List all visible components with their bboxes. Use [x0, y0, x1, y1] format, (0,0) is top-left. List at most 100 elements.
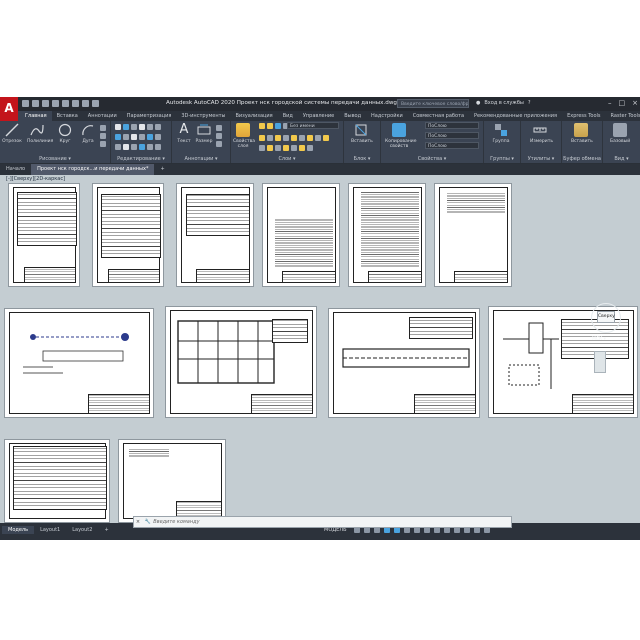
navigation-bar[interactable]	[594, 351, 606, 373]
user-icon[interactable]: ●	[476, 100, 480, 106]
panel-block-label[interactable]: Блок ▾	[344, 156, 380, 162]
quick-access-toolbar	[22, 100, 99, 109]
panel-annotation-label[interactable]: Аннотации ▾	[172, 156, 230, 162]
redo-icon[interactable]	[82, 100, 89, 107]
group-icon	[494, 123, 508, 137]
window-controls: – □ ×	[608, 99, 638, 107]
layer-combo[interactable]: Без имени	[287, 122, 339, 129]
panel-draw-label[interactable]: Рисование ▾	[0, 156, 110, 162]
ribbon-tab[interactable]: Визуализация	[230, 111, 277, 121]
panel-modify-label[interactable]: Редактирование ▾	[111, 156, 171, 162]
match-properties-icon	[392, 123, 406, 137]
ribbon-tabs: Главная Вставка Аннотации Параметризация 3D-…	[20, 111, 640, 121]
base-view-button[interactable]: Базовый	[610, 123, 630, 144]
panel-view-label[interactable]: Вид ▾	[603, 156, 640, 162]
new-icon[interactable]	[22, 100, 29, 107]
circle-button[interactable]: Круг	[55, 123, 75, 144]
drawing-sheet	[262, 183, 340, 287]
linetype-combo[interactable]: ПоСлою	[425, 132, 479, 139]
paste-button[interactable]: Вставить	[571, 123, 593, 144]
share-icon[interactable]	[92, 100, 99, 107]
layout-tab[interactable]: +	[98, 526, 114, 534]
drawing-canvas[interactable]: [-][Сверху][2D-каркас] Сверху МСК ▾	[0, 175, 640, 523]
title-bar: Autodesk AutoCAD 2020 Проект нск городск…	[0, 97, 640, 111]
dimension-icon	[197, 123, 211, 137]
ribbon-tab[interactable]: Вывод	[339, 111, 366, 121]
viewcube[interactable]: Сверху МСК ▾	[588, 297, 624, 347]
group-button[interactable]: Группа	[491, 123, 511, 144]
ribbon-tab[interactable]: Вставка	[52, 111, 83, 121]
signin-button[interactable]: Вход в службы	[484, 100, 523, 106]
panel-utilities-label[interactable]: Утилиты ▾	[521, 156, 561, 162]
layout-tab[interactable]: Модель	[2, 526, 35, 534]
ribbon-tab[interactable]: Управление	[298, 111, 339, 121]
layout-tab[interactable]: Layout2	[66, 526, 98, 534]
line-button[interactable]: Отрезок	[2, 123, 22, 144]
measure-button[interactable]: Измерить	[530, 123, 553, 144]
tab-active-drawing[interactable]: Проект нск городск...и передачи данных*	[31, 164, 155, 175]
ribbon-tab[interactable]: Параметризация	[122, 111, 177, 121]
ribbon-tab[interactable]: Raster Tools	[606, 111, 640, 121]
lineweight-combo[interactable]: ПоСлою	[425, 142, 479, 149]
measure-icon	[533, 123, 547, 137]
polyline-button[interactable]: Полилиния	[27, 123, 53, 144]
close-icon[interactable]: ×	[632, 99, 638, 107]
ribbon-tab[interactable]: Вид	[278, 111, 298, 121]
command-line[interactable]: × 🔧 Введите команду	[133, 516, 512, 528]
account-area: ● Вход в службы ?	[476, 100, 531, 106]
ribbon-tab[interactable]: Совместная работа	[408, 111, 469, 121]
minimize-icon[interactable]: –	[608, 99, 612, 107]
layer-properties-icon	[236, 123, 250, 137]
drawing-sheet	[165, 306, 317, 418]
arc-icon	[81, 123, 95, 137]
color-combo[interactable]: ПоСлою	[425, 122, 479, 129]
save-as-icon[interactable]	[52, 100, 59, 107]
command-input[interactable]: Введите команду	[153, 519, 199, 525]
panel-layers-label[interactable]: Слои ▾	[231, 156, 343, 162]
application-menu-button[interactable]: A	[0, 97, 18, 123]
text-button[interactable]: A Текст	[174, 123, 194, 145]
panel-view: Базовый Вид ▾	[603, 121, 640, 163]
tab-new-drawing[interactable]: +	[154, 164, 170, 175]
open-icon[interactable]	[32, 100, 39, 107]
panel-utilities: Измерить Утилиты ▾	[521, 121, 562, 163]
insert-block-icon	[354, 123, 368, 137]
wcs-menu[interactable]: МСК ▾	[592, 337, 606, 342]
ribbon-tab[interactable]: Express Tools	[562, 111, 605, 121]
ribbon-tab[interactable]: 3D-инструменты	[176, 111, 230, 121]
ribbon-tab[interactable]: Надстройки	[366, 111, 408, 121]
panel-groups-label[interactable]: Группы ▾	[484, 156, 520, 162]
ribbon-tab[interactable]: Аннотации	[83, 111, 122, 121]
undo-icon[interactable]	[72, 100, 79, 107]
arc-button[interactable]: Дуга	[78, 123, 98, 144]
panel-modify: Редактирование ▾	[111, 121, 172, 163]
window-title: Autodesk AutoCAD 2020 Проект нск городск…	[166, 100, 397, 106]
ribbon-tab[interactable]: Главная	[20, 111, 52, 121]
tab-start[interactable]: Начало	[0, 164, 31, 175]
help-button[interactable]: ?	[528, 100, 531, 106]
dimension-button[interactable]: Размер	[194, 123, 214, 144]
viewcube-top-face[interactable]: Сверху	[597, 311, 615, 323]
command-close-icon[interactable]: ×	[134, 517, 142, 527]
drawing-sheet	[4, 308, 154, 418]
layer-properties-button[interactable]: Свойства слоя	[233, 123, 255, 149]
drawing-sheet	[118, 439, 226, 523]
polyline-icon	[30, 123, 44, 137]
panel-annotation: A Текст Размер Аннотации ▾	[172, 121, 231, 163]
drawing-sheet	[4, 439, 110, 523]
command-wrench-icon[interactable]: 🔧	[144, 517, 152, 527]
insert-block-button[interactable]: Вставить	[351, 123, 373, 144]
file-tabs: Начало Проект нск городск...и передачи д…	[0, 164, 640, 175]
layout-tab[interactable]: Layout1	[34, 526, 66, 534]
panel-properties: Копирование свойств ПоСлою ПоСлою ПоСлою…	[381, 121, 484, 163]
search-input[interactable]: Введите ключевое слово/фразу	[397, 99, 469, 108]
save-icon[interactable]	[42, 100, 49, 107]
ribbon-tab[interactable]: Рекомендованные приложения	[469, 111, 562, 121]
maximize-icon[interactable]: □	[619, 99, 626, 107]
panel-clipboard-label[interactable]: Буфер обмена	[562, 156, 602, 162]
match-properties-button[interactable]: Копирование свойств	[385, 123, 416, 149]
panel-properties-label[interactable]: Свойства ▾	[381, 156, 483, 162]
panel-layers: Свойства слоя Без имени Слои ▾	[231, 121, 344, 163]
plot-icon[interactable]	[62, 100, 69, 107]
viewport-controls[interactable]: [-][Сверху][2D-каркас]	[6, 176, 65, 182]
